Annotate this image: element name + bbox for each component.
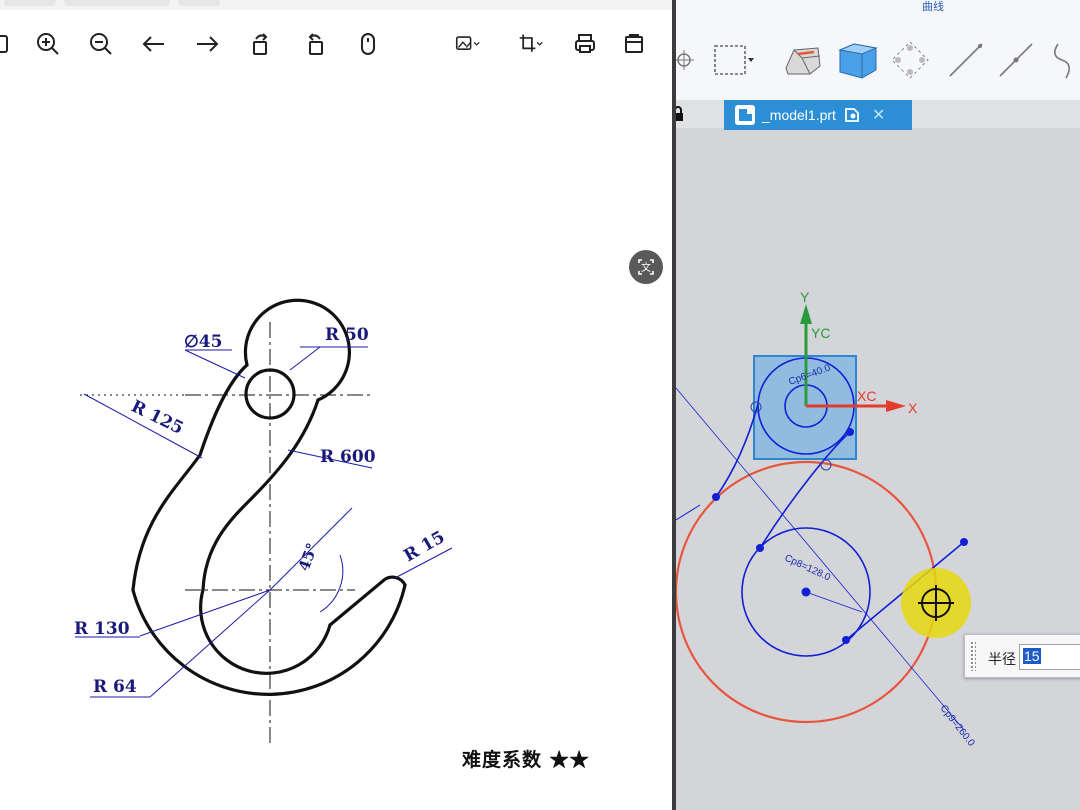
pattern-icon[interactable] [888,38,932,82]
zoom-out-icon[interactable] [83,24,119,64]
dim-cp9: Cp9=260.0 [938,703,977,749]
radius-input[interactable]: 15 [1019,644,1080,670]
close-tab-icon[interactable]: ✕ [872,105,885,125]
point-icon[interactable] [676,38,706,82]
axis-yc-label: YC [811,325,830,341]
rotate-right-icon[interactable] [297,24,333,64]
cad-viewport[interactable]: Y YC XC X Cp6=40.0 Cp8=128.0 Cp9=260.0 [676,130,1080,810]
fit-icon[interactable] [0,24,18,64]
arrow-left-icon[interactable] [136,24,172,64]
dim-r64: R 64 [93,677,137,697]
viewer-toolbar [0,24,672,68]
zoom-in-icon[interactable] [30,24,66,64]
hook-technical-drawing: ∅45 R 50 R 125 R 600 45° R 15 R 130 R 64 [74,298,453,745]
ribbon-toolbar [676,14,1080,101]
svg-text:文: 文 [641,261,651,274]
dim-r130: R 130 [74,619,130,639]
drag-handle[interactable] [970,641,976,671]
crop-icon[interactable] [511,24,551,64]
dim-r125: R 125 [128,397,187,439]
modified-icon [845,108,859,122]
block-icon[interactable] [836,38,880,82]
rotate-left-icon[interactable] [243,24,279,64]
image-viewer-window: ∅45 R 50 R 125 R 600 45° R 15 R 130 R 64… [0,0,672,810]
cad-application: 曲线 _model1.prt ✕ Y YC XC X Cp6=40.0 Cp8=… [676,0,1080,810]
viewer-title-strip [0,0,672,10]
dim-r50: R 50 [325,325,369,345]
translate-icon[interactable]: 文 [629,250,663,284]
title-chip [64,0,170,6]
arrow-right-icon[interactable] [189,24,225,64]
axis-y-label: Y [800,289,810,305]
axis-xc-label: XC [857,388,876,404]
arc-icon[interactable] [1048,38,1080,82]
tab-label: _model1.prt [762,107,836,123]
mouse-icon[interactable] [350,24,386,64]
lock-icon [676,106,683,121]
dim-r600: R 600 [320,447,376,467]
edit-image-icon[interactable] [448,24,488,64]
dim-diameter-45: ∅45 [184,332,222,352]
part-file-icon [735,105,755,125]
line-icon[interactable] [944,38,988,82]
dim-cp8: Cp8=128.0 [783,553,833,584]
radius-label: 半径 [988,651,1016,667]
ribbon-header: 曲线 [676,0,1080,14]
save-icon[interactable] [616,24,652,64]
line-midpoint-icon[interactable] [994,38,1038,82]
dim-r15: R 15 [401,527,449,566]
axis-x-label: X [908,400,918,416]
ribbon-group-label: 曲线 [922,1,944,13]
dim-angle-45: 45° [295,541,322,574]
rectangle-select-icon[interactable] [710,38,754,82]
print-icon[interactable] [567,24,603,64]
radius-input-dialog: 半径 15 [964,634,1080,678]
difficulty-rating: 难度系数 ★★ [462,749,590,771]
extrude-icon[interactable] [780,38,824,82]
tab-model1[interactable]: _model1.prt ✕ [724,100,912,130]
title-chip [4,0,56,6]
title-chip [178,0,220,6]
radius-value: 15 [1023,648,1041,664]
